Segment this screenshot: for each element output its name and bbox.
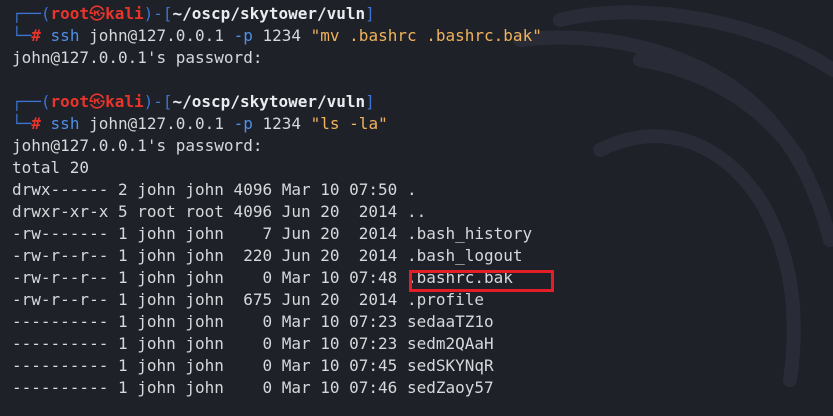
listing-row: -rw-r--r-- 1 john john 220 Jun 20 2014 .… — [12, 246, 523, 265]
listing-row: ---------- 1 john john 0 Mar 10 07:46 se… — [12, 378, 494, 397]
output-line: john@127.0.0.1's password: — [12, 136, 263, 155]
listing-row: -rw------- 1 john john 7 Jun 20 2014 .ba… — [12, 224, 533, 243]
command-line: └─# ssh john@127.0.0.1 -p 1234 "ls -la" — [12, 114, 388, 133]
current-directory: ~/oscp/skytower/vuln — [172, 92, 366, 111]
command-line: └─# ssh john@127.0.0.1 -p 1234 "mv .bash… — [12, 26, 542, 45]
prompt-header-line: ┌──(root㉿kali)-[~/oscp/skytower/vuln] — [12, 92, 375, 111]
bashrc-bak-highlight — [409, 270, 554, 292]
listing-row: -rw-r--r-- 1 john john 675 Jun 20 2014 .… — [12, 290, 485, 309]
skull-icon: ㉿ — [89, 92, 106, 111]
terminal-window[interactable]: ┌──(root㉿kali)-[~/oscp/skytower/vuln] └─… — [0, 0, 833, 416]
listing-row: ---------- 1 john john 0 Mar 10 07:23 se… — [12, 312, 494, 331]
terminal-output: ┌──(root㉿kali)-[~/oscp/skytower/vuln] └─… — [12, 3, 833, 399]
listing-row: ---------- 1 john john 0 Mar 10 07:45 se… — [12, 356, 494, 375]
output-line: total 20 — [12, 158, 90, 177]
output-line: john@127.0.0.1's password: — [12, 48, 263, 67]
prompt-header-line: ┌──(root㉿kali)-[~/oscp/skytower/vuln] — [12, 4, 375, 23]
skull-icon: ㉿ — [89, 4, 106, 23]
listing-row: drwx------ 2 john john 4096 Mar 10 07:50… — [12, 180, 417, 199]
listing-row: drwxr-xr-x 5 root root 4096 Jun 20 2014 … — [12, 202, 427, 221]
current-directory: ~/oscp/skytower/vuln — [172, 4, 366, 23]
listing-row: ---------- 1 john john 0 Mar 10 07:23 se… — [12, 334, 494, 353]
